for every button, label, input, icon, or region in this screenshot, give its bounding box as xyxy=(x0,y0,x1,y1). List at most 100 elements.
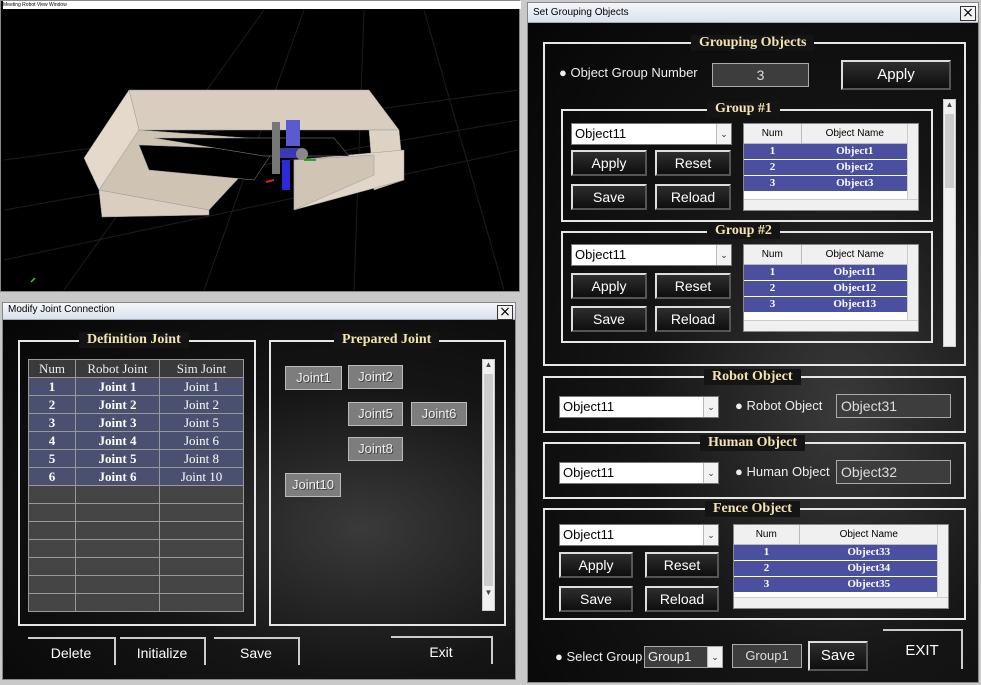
table-row[interactable]: 1 Object1 xyxy=(744,143,909,160)
fence-object-select[interactable]: Object11 ⌄ xyxy=(559,524,719,546)
group2-apply-button[interactable]: Apply xyxy=(571,273,647,299)
cell-num: 3 xyxy=(744,296,801,313)
group1-save-button[interactable]: Save xyxy=(571,184,647,210)
table-row[interactable]: 1 Object33 xyxy=(734,544,939,561)
joint-window-close-button[interactable]: × xyxy=(497,305,513,320)
group1-apply-button[interactable]: Apply xyxy=(571,150,647,176)
scroll-thumb[interactable] xyxy=(945,114,954,188)
select-group-select[interactable]: Group1 ⌄ xyxy=(644,646,723,668)
table-row[interactable]: 6 Joint 6 Joint 10 xyxy=(28,467,244,486)
initialize-button[interactable]: Initialize xyxy=(120,637,206,665)
scroll-thumb[interactable] xyxy=(484,374,493,586)
table-row[interactable]: 2 Object34 xyxy=(734,560,939,577)
joint10-button[interactable]: Joint10 xyxy=(285,473,341,497)
cell-sim: Joint 5 xyxy=(159,413,244,432)
prepared-joint-scrollbar[interactable]: ▲ ▼ xyxy=(482,359,495,611)
col-num: Num xyxy=(744,124,802,144)
cell-name: Object11 xyxy=(801,264,909,281)
group1-reset-button[interactable]: Reset xyxy=(655,150,731,176)
empty-row xyxy=(28,557,244,576)
fence-reload-button[interactable]: Reload xyxy=(645,586,719,612)
table-row[interactable]: 3 Object35 xyxy=(734,576,939,593)
chevron-down-icon[interactable]: ⌄ xyxy=(707,647,722,667)
select-group-field[interactable]: Group1 xyxy=(732,644,802,668)
chevron-down-icon[interactable]: ⌄ xyxy=(703,463,718,483)
select-group-label: Select Group xyxy=(566,649,643,664)
viewer-3d-scene[interactable] xyxy=(4,10,518,290)
group2-save-button[interactable]: Save xyxy=(571,306,647,332)
joint2-button[interactable]: Joint2 xyxy=(348,365,403,389)
table-row[interactable]: 3 Object3 xyxy=(744,175,909,192)
table-row[interactable]: 5 Joint 5 Joint 8 xyxy=(28,449,244,468)
chevron-down-icon[interactable]: ⌄ xyxy=(716,124,731,144)
exit-button[interactable]: Exit xyxy=(391,636,493,664)
col-num: Num xyxy=(28,359,76,378)
chevron-down-icon[interactable]: ⌄ xyxy=(703,397,718,417)
table-row[interactable]: 4 Joint 4 Joint 6 xyxy=(28,431,244,450)
group2-object-table[interactable]: Num Object Name 1 Object11 2 Object12 3 Obje… xyxy=(743,244,919,332)
fence-table-hscroll[interactable] xyxy=(734,597,948,608)
robot-object-field[interactable]: Object31 xyxy=(836,394,951,418)
human-object-field[interactable]: Object32 xyxy=(836,460,951,484)
joint5-button[interactable]: Joint5 xyxy=(348,402,403,426)
cell-num: 3 xyxy=(28,413,76,432)
viewer-title: Meeting Robot View Window xyxy=(3,1,521,9)
group-number-field[interactable]: 3 xyxy=(712,63,809,87)
group-window-close-button[interactable]: × xyxy=(960,6,976,21)
table-row[interactable]: 3 Object13 xyxy=(744,296,909,313)
group-number-row: ● Object Group Number xyxy=(559,65,698,80)
delete-button[interactable]: Delete xyxy=(28,637,116,665)
chevron-down-icon[interactable]: ⌄ xyxy=(703,525,718,545)
table-row[interactable]: 2 Object2 xyxy=(744,159,909,176)
joint-window-titlebar: Modify Joint Connection xyxy=(3,303,515,320)
col-num: Num xyxy=(734,525,800,545)
human-object-select[interactable]: Object11 ⌄ xyxy=(559,462,719,484)
group1-object-table[interactable]: Num Object Name 1 Object1 2 Object2 3 Object… xyxy=(743,123,919,211)
groups-scrollbar[interactable]: ▲ xyxy=(943,99,956,347)
fence-save-button[interactable]: Save xyxy=(559,586,633,612)
joint6-button[interactable]: Joint6 xyxy=(411,402,467,426)
fence-object-table[interactable]: Num Object Name 1 Object33 2 Object34 3 Obje… xyxy=(733,524,949,609)
select-group-save-button[interactable]: Save xyxy=(808,641,868,671)
scroll-up-icon[interactable]: ▲ xyxy=(483,360,494,372)
empty-row xyxy=(28,539,244,558)
group2-object-select[interactable]: Object11 ⌄ xyxy=(571,244,732,266)
cell-num: 2 xyxy=(734,560,799,577)
fence-table-vscroll[interactable] xyxy=(937,525,948,597)
robot-object-select[interactable]: Object11 ⌄ xyxy=(559,396,719,418)
cell-sim: Joint 6 xyxy=(159,431,244,450)
group1-object-select[interactable]: Object11 ⌄ xyxy=(571,123,732,145)
cell-num: 1 xyxy=(744,143,801,160)
fence-apply-button[interactable]: Apply xyxy=(559,552,633,578)
table-row[interactable]: 1 Object11 xyxy=(744,264,909,281)
scroll-down-icon[interactable]: ▼ xyxy=(483,588,494,600)
joint8-button[interactable]: Joint8 xyxy=(348,437,403,461)
group1-table-hscroll[interactable] xyxy=(744,199,918,210)
scroll-up-icon[interactable]: ▲ xyxy=(944,100,955,112)
table-row[interactable]: 1 Joint 1 Joint 1 xyxy=(28,377,244,396)
group2-table-vscroll[interactable] xyxy=(907,245,918,320)
group2-reload-button[interactable]: Reload xyxy=(655,306,731,332)
group2-table-hscroll[interactable] xyxy=(744,320,918,331)
cell-sim: Joint 1 xyxy=(159,377,244,396)
group1-table-vscroll[interactable] xyxy=(907,124,918,199)
joint-table-header: Num Robot Joint Sim Joint xyxy=(28,359,244,378)
chevron-down-icon[interactable]: ⌄ xyxy=(716,245,731,265)
cell-num: 5 xyxy=(28,449,76,468)
robot-object-field-label: Robot Object xyxy=(746,398,823,413)
joint1-button[interactable]: Joint1 xyxy=(285,366,342,390)
group1-reload-button[interactable]: Reload xyxy=(655,184,731,210)
table-row[interactable]: 3 Joint 3 Joint 5 xyxy=(28,413,244,432)
group2-reset-button[interactable]: Reset xyxy=(655,273,731,299)
prepared-joint-label: Prepared Joint xyxy=(334,332,440,348)
group-window: Set Grouping Objects × Grouping Objects … xyxy=(527,2,979,683)
group1-label: Group #1 xyxy=(707,101,780,117)
fence-reset-button[interactable]: Reset xyxy=(645,552,719,578)
save-button[interactable]: Save xyxy=(214,637,300,665)
cell-name: Object2 xyxy=(801,159,909,176)
cell-num: 3 xyxy=(744,175,801,192)
table-row[interactable]: 2 Joint 2 Joint 2 xyxy=(28,395,244,414)
group-exit-button[interactable]: EXIT xyxy=(883,629,963,669)
table-row[interactable]: 2 Object12 xyxy=(744,280,909,297)
group-number-apply-button[interactable]: Apply xyxy=(841,60,951,90)
